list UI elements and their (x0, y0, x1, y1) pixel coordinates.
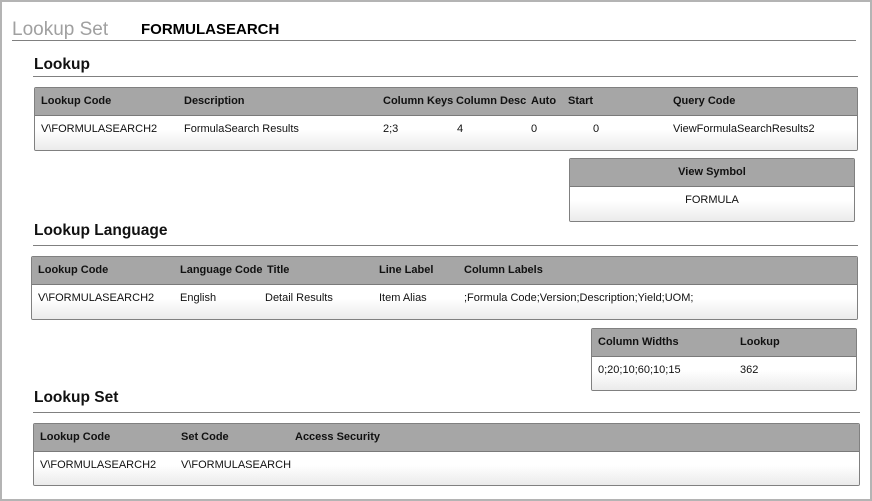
cell: 2;3 (383, 123, 399, 135)
column-header: Lookup (740, 336, 780, 348)
section-heading-lookup-set: Lookup Set (34, 389, 119, 406)
column-header: View Symbol (678, 166, 746, 178)
lookup-language-table: Lookup Code Language Code Title Line Lab… (31, 256, 858, 320)
view-symbol-table: View Symbol FORMULA (569, 158, 855, 222)
cell: FORMULA (685, 194, 739, 206)
column-header: Set Code (181, 431, 229, 443)
column-header: Language Code (180, 264, 263, 276)
table-header: Column Widths Lookup (592, 329, 856, 357)
column-header: Column Keys (383, 95, 454, 107)
column-header: Column Labels (464, 264, 543, 276)
column-header: Lookup Code (40, 431, 111, 443)
column-header: Description (184, 95, 245, 107)
table-row: FORMULA (570, 187, 854, 221)
cell: 0 (531, 123, 538, 135)
divider (33, 412, 860, 413)
section-heading-lookup: Lookup (34, 56, 90, 73)
cell: V\FORMULASEARCH2 (41, 123, 158, 135)
cell: V\FORMULASEARCH (181, 459, 292, 471)
column-widths-table: Column Widths Lookup 0;20;10;60;10;15 36… (591, 328, 857, 391)
table-header: Lookup Code Language Code Title Line Lab… (32, 257, 857, 285)
cell: V\FORMULASEARCH2 (38, 292, 155, 304)
column-header: Start (568, 95, 594, 107)
column-header: Line Label (379, 264, 434, 276)
table-row: V\FORMULASEARCH2 English Detail Results … (32, 285, 857, 319)
table-header: Lookup Code Set Code Access Security (34, 424, 859, 452)
cell: Item Alias (379, 292, 427, 304)
title-divider (12, 40, 856, 41)
table-header: View Symbol (570, 159, 854, 187)
table-row: V\FORMULASEARCH2 V\FORMULASEARCH (34, 452, 859, 485)
cell: ;Formula Code;Version;Description;Yield;… (464, 292, 694, 304)
column-header: Lookup Code (41, 95, 112, 107)
table-row: V\FORMULASEARCH2 FormulaSearch Results 2… (35, 116, 857, 150)
column-header: Access Security (295, 431, 380, 443)
divider (33, 245, 858, 246)
cell: FormulaSearch Results (184, 123, 299, 135)
column-header: Query Code (673, 95, 736, 107)
cell: 362 (740, 364, 759, 376)
cell: ViewFormulaSearchResults2 (673, 123, 815, 135)
column-header: Column Widths (598, 336, 679, 348)
column-header: Auto (531, 95, 557, 107)
cell: Detail Results (265, 292, 333, 304)
cell: 0;20;10;60;10;15 (598, 364, 681, 376)
cell: 0 (593, 123, 600, 135)
cell: V\FORMULASEARCH2 (40, 459, 157, 471)
page-title: Lookup Set (12, 19, 109, 40)
column-header: Title (267, 264, 290, 276)
lookup-set-table: Lookup Code Set Code Access Security V\F… (33, 423, 860, 486)
cell: English (180, 292, 217, 304)
lookup-table: Lookup Code Description Column Keys Colu… (34, 87, 858, 151)
table-row: 0;20;10;60;10;15 362 (592, 357, 856, 390)
cell: 4 (457, 123, 464, 135)
divider (33, 76, 858, 77)
column-header: Lookup Code (38, 264, 109, 276)
lookup-set-name: FORMULASEARCH (141, 21, 280, 38)
section-heading-lookup-language: Lookup Language (34, 222, 168, 239)
table-header: Lookup Code Description Column Keys Colu… (35, 88, 857, 116)
column-header: Column Desc (456, 95, 527, 107)
